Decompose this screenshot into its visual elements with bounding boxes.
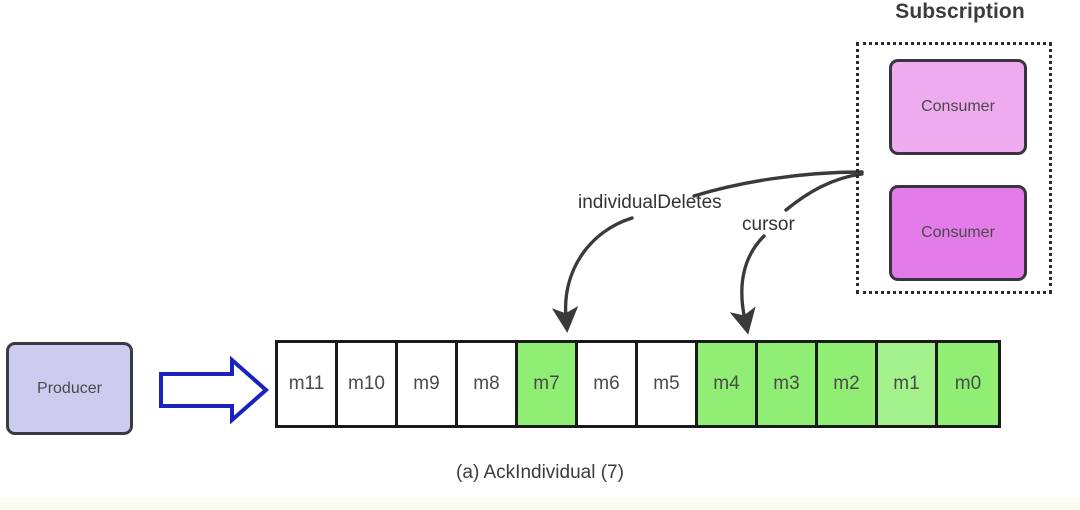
queue-cell-label: m11 xyxy=(288,373,325,394)
queue-cell-label: m1 xyxy=(893,373,920,394)
subscription-group: Consumer Consumer xyxy=(856,42,1052,294)
consumer-box-2[interactable]: Consumer xyxy=(889,185,1027,281)
queue-cell[interactable]: m6 xyxy=(578,343,638,425)
queue-cell[interactable]: m9 xyxy=(398,343,458,425)
queue-cell[interactable]: m7 xyxy=(518,343,578,425)
queue-cell[interactable]: m1 xyxy=(878,343,938,425)
cursor-arrow xyxy=(729,234,766,335)
consumer-label: Consumer xyxy=(921,98,995,115)
individual-deletes-label: individualDeletes xyxy=(578,192,722,213)
queue-cell[interactable]: m3 xyxy=(758,343,818,425)
queue-cell[interactable]: m10 xyxy=(338,343,398,425)
queue-cell-label: m2 xyxy=(833,373,860,394)
queue-cell[interactable]: m5 xyxy=(638,343,698,425)
producer-label: Producer xyxy=(37,379,102,397)
queue-cell-label: m7 xyxy=(533,373,560,394)
bottom-band xyxy=(0,498,1080,510)
queue-cell-label: m6 xyxy=(593,373,620,394)
queue-cell[interactable]: m0 xyxy=(938,343,998,425)
message-queue: m11 m10 m9 m8 m7 m6 m5 m4 m3 m2 m1 m0 xyxy=(275,340,1001,428)
queue-cell-label: m3 xyxy=(773,373,800,394)
queue-cell-label: m0 xyxy=(954,373,982,394)
queue-cell[interactable]: m4 xyxy=(698,343,758,425)
consumer-box-1[interactable]: Consumer xyxy=(889,59,1027,155)
queue-cell-label: m8 xyxy=(473,373,500,394)
figure-caption: (a) AckIndividual (7) xyxy=(456,462,624,483)
queue-cell[interactable]: m8 xyxy=(458,343,518,425)
consumer-label: Consumer xyxy=(921,224,995,241)
producer-to-queue-arrow xyxy=(159,355,270,425)
queue-cell[interactable]: m2 xyxy=(818,343,878,425)
queue-cell-label: m5 xyxy=(653,373,680,394)
subscription-title: Subscription xyxy=(895,0,1025,23)
queue-cell-label: m4 xyxy=(713,373,740,394)
queue-cell-label: m9 xyxy=(413,373,440,394)
cursor-connector-curve xyxy=(784,172,864,212)
individual-deletes-arrow xyxy=(551,216,634,333)
producer-box[interactable]: Producer xyxy=(6,342,133,435)
cursor-label: cursor xyxy=(742,214,795,235)
queue-cell-label: m10 xyxy=(348,373,385,394)
queue-cell[interactable]: m11 xyxy=(278,343,338,425)
